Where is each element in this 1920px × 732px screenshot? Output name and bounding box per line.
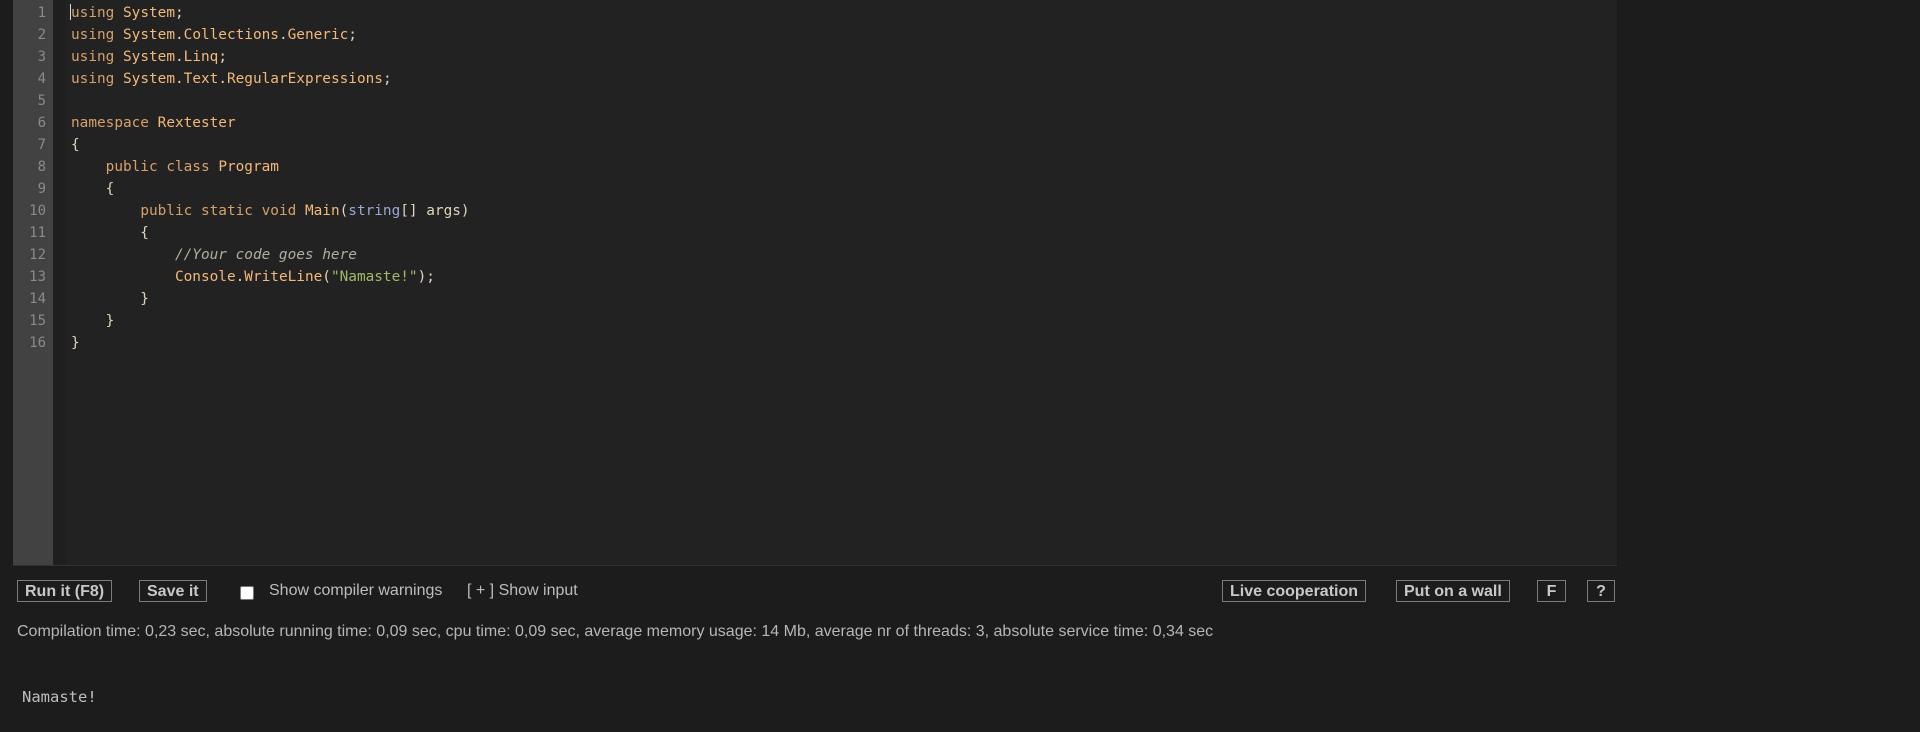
code-line[interactable]: public class Program: [71, 156, 279, 178]
line-number: 13: [29, 269, 46, 285]
fullscreen-button[interactable]: F: [1537, 580, 1566, 602]
compiler-warnings-checkbox[interactable]: [240, 586, 254, 600]
code-line[interactable]: using System;: [71, 2, 184, 24]
code-line[interactable]: Console.WriteLine("Namaste!");: [71, 266, 435, 288]
code-line[interactable]: }: [71, 288, 149, 310]
program-output: Namaste!: [22, 688, 97, 706]
put-on-wall-button[interactable]: Put on a wall: [1396, 580, 1510, 602]
compiler-warnings-checkbox-wrap[interactable]: [240, 583, 254, 603]
code-line[interactable]: {: [71, 222, 149, 244]
line-number: 15: [29, 313, 46, 329]
line-number: 12: [29, 247, 46, 263]
code-line[interactable]: //Your code goes here: [71, 244, 357, 266]
line-number: 4: [37, 71, 46, 87]
line-number: 8: [37, 159, 46, 175]
compiler-warnings-label[interactable]: Show compiler warnings: [269, 581, 442, 601]
line-number: 7: [37, 137, 46, 153]
code-line[interactable]: using System.Collections.Generic;: [71, 24, 357, 46]
line-number: 1: [37, 5, 46, 21]
save-button[interactable]: Save it: [139, 580, 207, 602]
live-cooperation-button[interactable]: Live cooperation: [1222, 580, 1367, 602]
line-number: 6: [37, 115, 46, 131]
line-number: 3: [37, 49, 46, 65]
line-number: 14: [29, 291, 46, 307]
execution-stats: Compilation time: 0,23 sec, absolute run…: [17, 623, 1214, 640]
line-number: 2: [37, 27, 46, 43]
help-button[interactable]: ?: [1587, 580, 1615, 602]
line-number: 9: [37, 181, 46, 197]
code-line[interactable]: namespace Rextester: [71, 112, 236, 134]
code-line[interactable]: }: [71, 332, 80, 354]
code-line[interactable]: {: [71, 134, 80, 156]
code-line[interactable]: {: [71, 178, 115, 200]
run-button[interactable]: Run it (F8): [17, 580, 113, 602]
line-number: 10: [29, 203, 46, 219]
line-number-gutter: 1 2 3 4 5 6 7 8 9 10 11 12 13 14 15 16: [13, 0, 53, 565]
gutter-edge: [53, 0, 66, 565]
line-number: 11: [29, 225, 46, 241]
toolbar: Run it (F8) Save it Show compiler warnin…: [0, 580, 1620, 606]
code-line[interactable]: using System.Linq;: [71, 46, 227, 68]
show-input-toggle[interactable]: [ + ] Show input: [467, 581, 578, 601]
line-number: 5: [37, 93, 46, 109]
code-line[interactable]: public static void Main(string[] args): [71, 200, 469, 222]
code-editor[interactable]: 1 2 3 4 5 6 7 8 9 10 11 12 13 14 15 16 using System; usi…: [13, 0, 1617, 566]
code-line[interactable]: }: [71, 310, 115, 332]
code-line[interactable]: using System.Text.RegularExpressions;: [71, 68, 392, 90]
line-number: 16: [29, 335, 46, 351]
